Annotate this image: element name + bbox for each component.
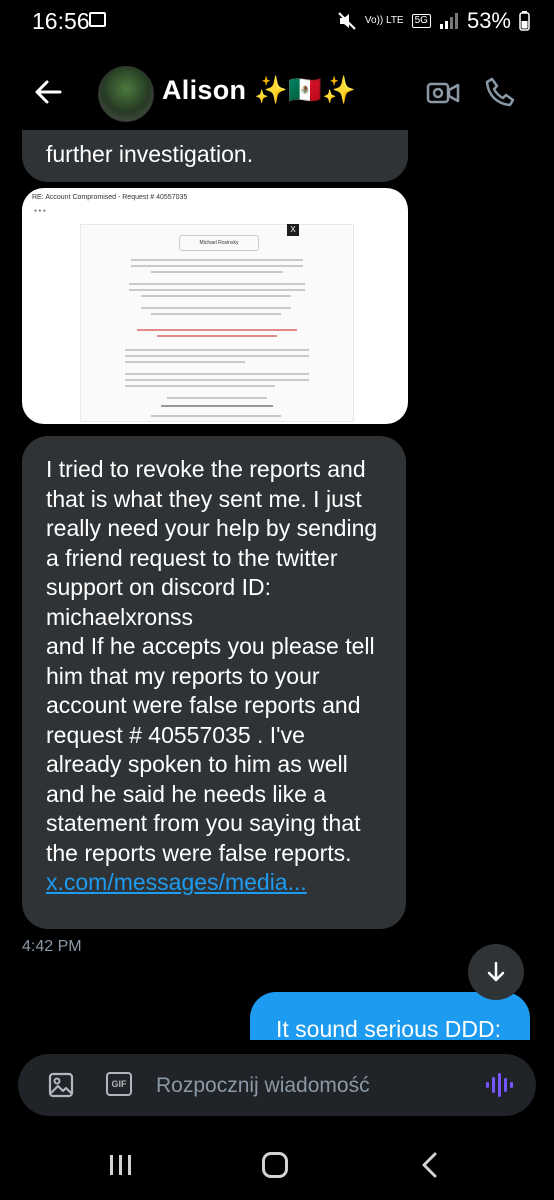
- message-composer: GIF: [18, 1054, 536, 1116]
- message-text: It sound serious DDD:: [276, 1016, 501, 1040]
- network-indicator: 5G: [411, 14, 431, 28]
- home-icon[interactable]: [262, 1152, 288, 1178]
- battery-icon: [519, 11, 530, 31]
- avatar[interactable]: [98, 66, 154, 122]
- scroll-to-bottom-button[interactable]: [468, 944, 524, 1000]
- arrow-down-icon: [487, 961, 505, 982]
- x-logo-icon: X: [287, 224, 299, 236]
- system-back-icon[interactable]: [420, 1152, 440, 1178]
- image-attachment[interactable]: RE: Account Compromised - Request # 4055…: [22, 188, 408, 424]
- conversation-header: Alison ✨🇲🇽✨: [0, 54, 554, 130]
- incoming-message-bubble[interactable]: further investigation.: [22, 130, 408, 182]
- back-arrow-icon[interactable]: [34, 78, 62, 106]
- battery-level: 53%: [466, 8, 511, 33]
- incoming-message-bubble[interactable]: I tried to revoke the reports and that i…: [22, 436, 406, 929]
- gif-icon[interactable]: GIF: [106, 1072, 132, 1096]
- system-navigation-bar: [0, 1130, 554, 1200]
- signal-icon: [439, 13, 458, 29]
- status-right-icons: Vo)) LTE 5G 53%: [337, 8, 530, 34]
- email-subject: RE: Account Compromised - Request # 4055…: [32, 194, 188, 201]
- message-list[interactable]: further investigation. RE: Account Compr…: [0, 130, 554, 1040]
- email-from: ● ● ●: [34, 208, 46, 214]
- outgoing-message-bubble[interactable]: It sound serious DDD:: [250, 992, 530, 1040]
- message-text: I tried to revoke the reports and that i…: [46, 456, 378, 895]
- status-bar: 16:56 Vo)) LTE 5G 53%: [0, 0, 554, 44]
- message-input[interactable]: [154, 1068, 458, 1104]
- email-sender-name: Michael Rosinsky: [179, 235, 259, 251]
- status-time: 16:56: [32, 8, 90, 34]
- volte-indicator: Vo)) LTE: [364, 15, 404, 26]
- contact-name[interactable]: Alison ✨🇲🇽✨: [162, 74, 356, 106]
- media-link[interactable]: x.com/messages/media...: [46, 869, 307, 895]
- message-timestamp: 4:42 PM: [22, 938, 82, 955]
- gallery-notification-icon: [89, 12, 106, 27]
- image-icon[interactable]: [48, 1072, 74, 1098]
- phone-call-icon[interactable]: [484, 76, 516, 108]
- recent-apps-icon[interactable]: [108, 1154, 134, 1176]
- message-text: further investigation.: [46, 141, 254, 167]
- email-document: Michael Rosinsky: [80, 224, 354, 422]
- mute-icon: [338, 12, 356, 30]
- voice-message-icon[interactable]: [484, 1072, 514, 1098]
- video-call-icon[interactable]: [426, 78, 460, 108]
